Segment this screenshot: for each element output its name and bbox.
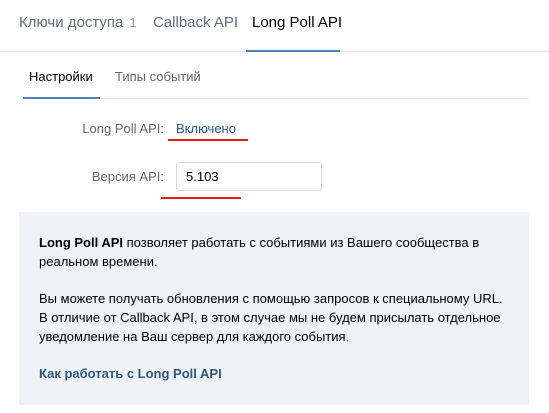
tab-access-keys-label: Ключи доступа bbox=[19, 14, 124, 31]
status-label: Long Poll API: bbox=[82, 121, 164, 136]
info-details: Вы можете получать обновления с помощью … bbox=[39, 291, 503, 344]
version-select[interactable] bbox=[176, 162, 322, 191]
top-tabs: Ключи доступа 1 Callback API Long Poll AP… bbox=[0, 0, 549, 52]
tab-callback-api-label: Callback API bbox=[153, 14, 239, 31]
status-value-dropdown[interactable]: Включено bbox=[176, 121, 236, 136]
active-subtab-indicator bbox=[23, 97, 100, 99]
subtab-event-types-label: Типы событий bbox=[115, 69, 201, 84]
subtab-settings[interactable]: Настройки bbox=[29, 69, 93, 84]
tab-access-keys[interactable]: Ключи доступа 1 bbox=[19, 14, 137, 31]
version-annotation-underline bbox=[161, 197, 241, 199]
info-intro-bold: Long Poll API bbox=[39, 235, 124, 250]
how-to-link[interactable]: Как работать с Long Poll API bbox=[39, 366, 222, 381]
tab-long-poll-api[interactable]: Long Poll API bbox=[252, 14, 342, 31]
sub-tabs: Настройки Типы событий bbox=[23, 52, 529, 99]
subtab-settings-label: Настройки bbox=[29, 69, 93, 84]
subtab-event-types[interactable]: Типы событий bbox=[115, 69, 201, 84]
tab-long-poll-api-label: Long Poll API bbox=[252, 14, 343, 31]
tab-callback-api[interactable]: Callback API bbox=[153, 14, 238, 31]
tab-access-keys-count: 1 bbox=[129, 15, 137, 30]
info-intro: Long Poll API позволяет работать с событ… bbox=[39, 233, 509, 271]
info-box: Long Poll API позволяет работать с событ… bbox=[19, 212, 529, 405]
status-annotation-underline bbox=[168, 139, 248, 141]
long-poll-settings-page: Ключи доступа 1 Callback API Long Poll AP… bbox=[0, 0, 549, 413]
version-label: Версия API: bbox=[91, 169, 164, 184]
